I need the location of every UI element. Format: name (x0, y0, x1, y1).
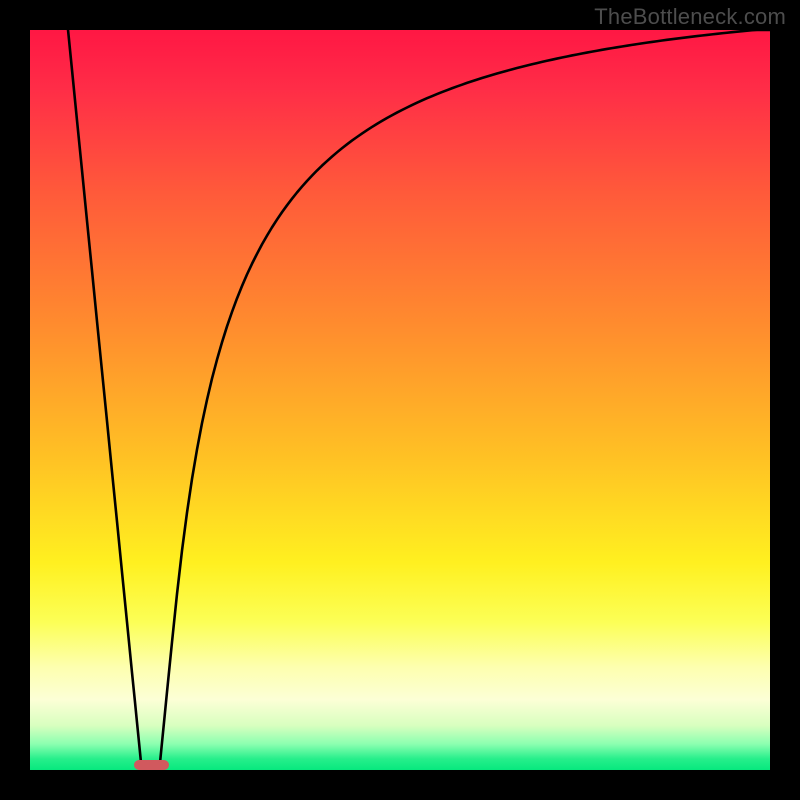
chart-frame: TheBottleneck.com (0, 0, 800, 800)
plot-area (30, 30, 770, 770)
watermark-text: TheBottleneck.com (594, 4, 786, 30)
minimum-marker (134, 760, 170, 770)
bottleneck-curve (30, 30, 770, 770)
